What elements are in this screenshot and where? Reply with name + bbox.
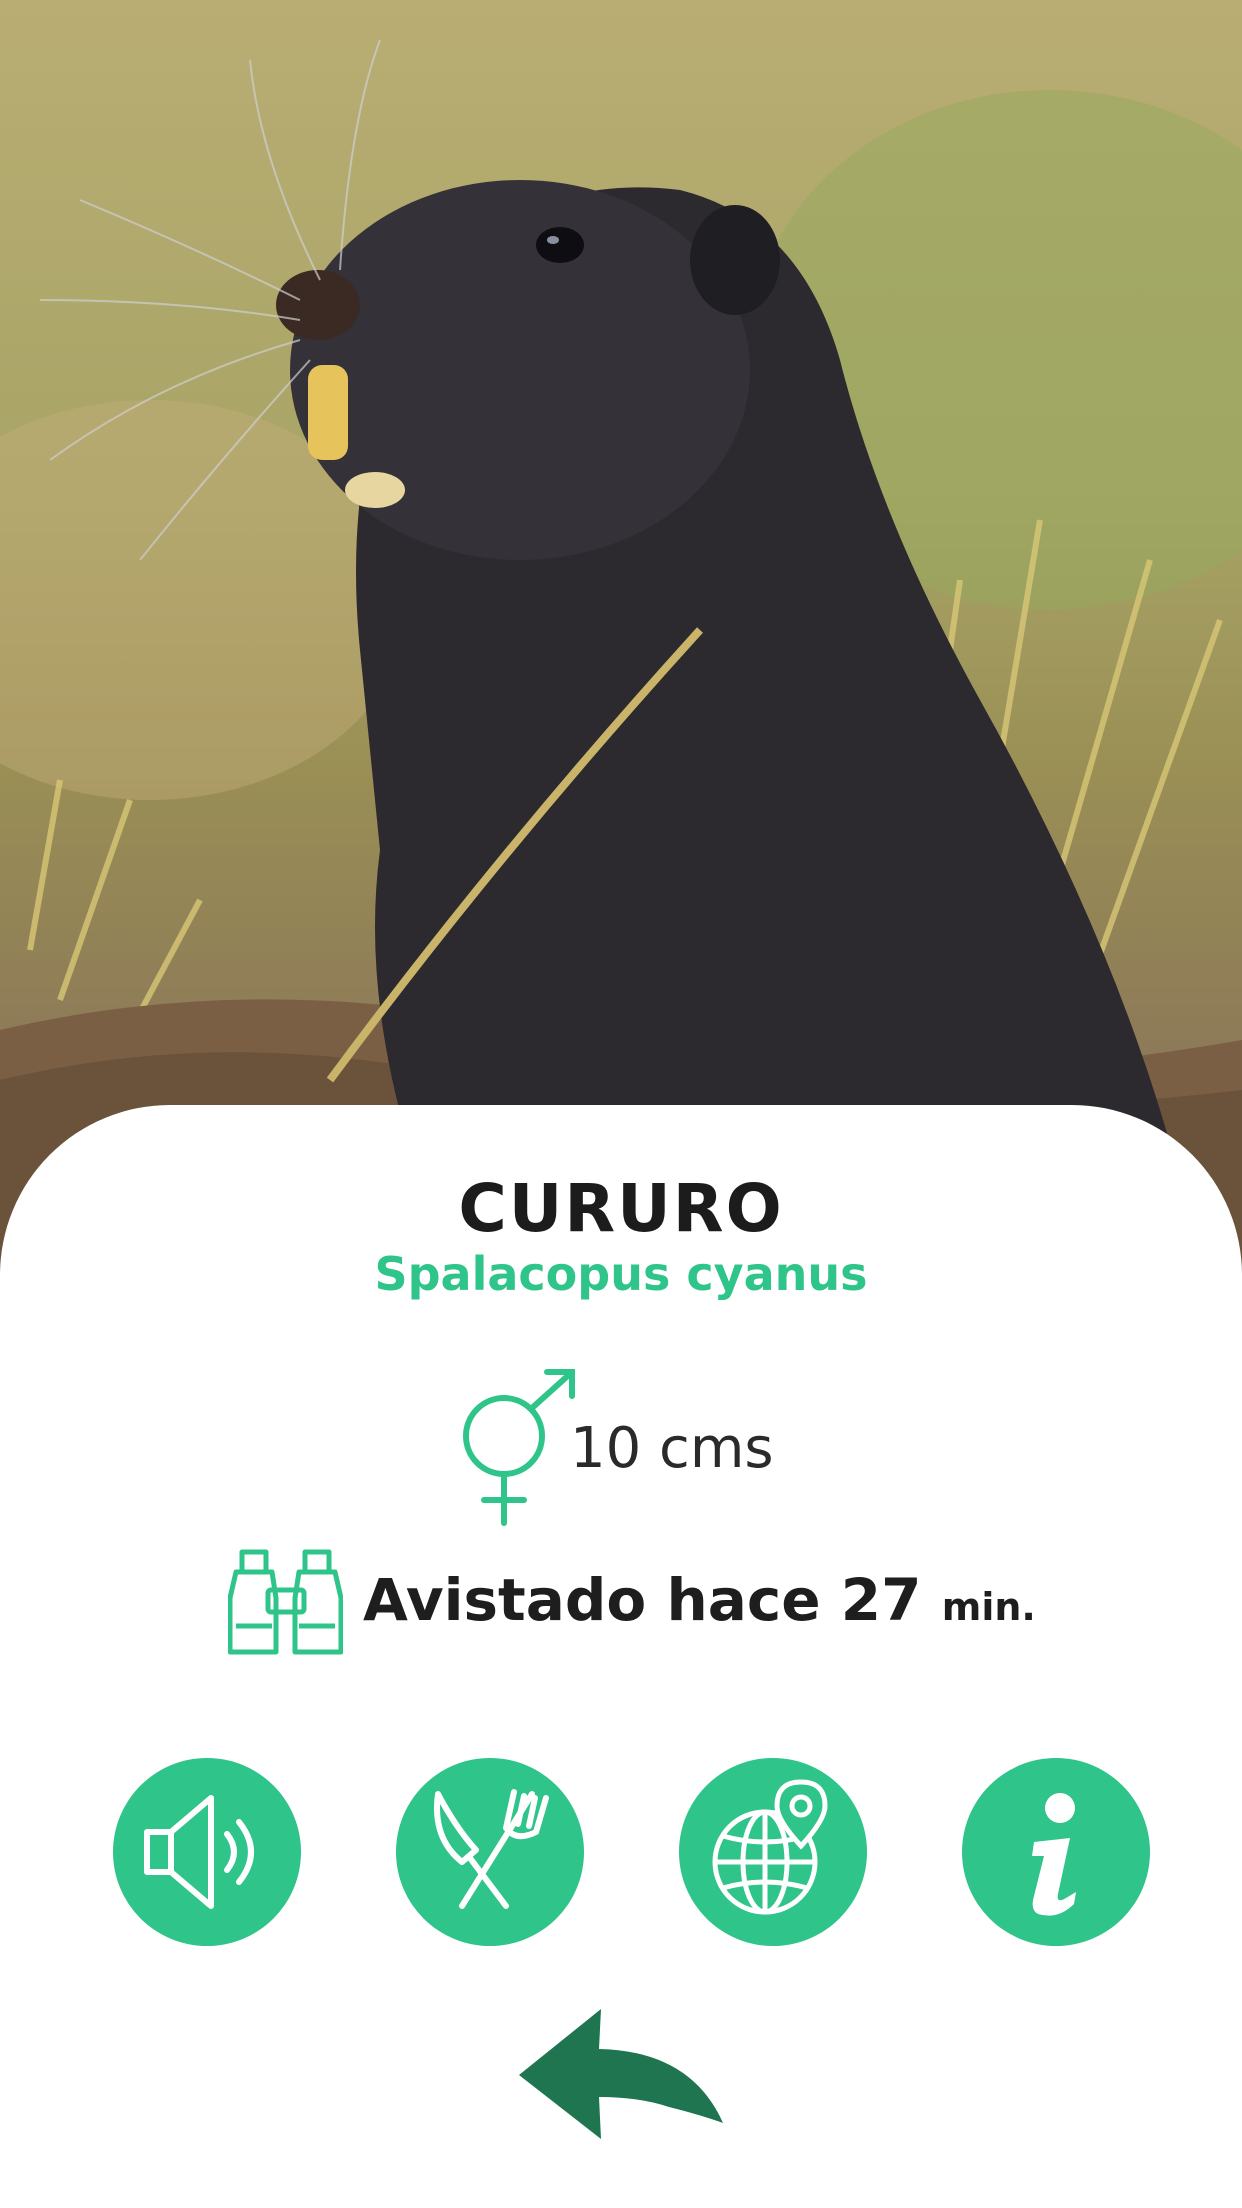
- sighting-text: Avistado hace 27 min.: [363, 1566, 1036, 1634]
- knife-fork-icon: [434, 1789, 549, 1909]
- back-button[interactable]: [515, 2005, 730, 2140]
- sound-button[interactable]: [113, 1758, 301, 1946]
- globe-location-icon: [712, 1779, 828, 1915]
- sighting-row: Avistado hace 27 min.: [227, 1548, 1048, 1658]
- back-arrow-icon: [519, 2009, 723, 2139]
- info-icon: [1032, 1793, 1076, 1916]
- diet-button[interactable]: [396, 1758, 584, 1946]
- common-name: CURURO: [458, 1170, 784, 1247]
- location-button[interactable]: [679, 1758, 867, 1946]
- binoculars-icon: [227, 1548, 344, 1662]
- info-button[interactable]: [962, 1758, 1150, 1946]
- gender-male-female-icon: [455, 1368, 575, 1542]
- scientific-name: Spalacopus cyanus: [374, 1247, 868, 1301]
- sighting-unit: min.: [941, 1585, 1036, 1629]
- size-row: 10 cms: [455, 1368, 855, 1538]
- speaker-icon: [144, 1795, 254, 1909]
- sighting-label: Avistado hace 27: [363, 1566, 922, 1634]
- size-value: 10 cms: [570, 1416, 774, 1481]
